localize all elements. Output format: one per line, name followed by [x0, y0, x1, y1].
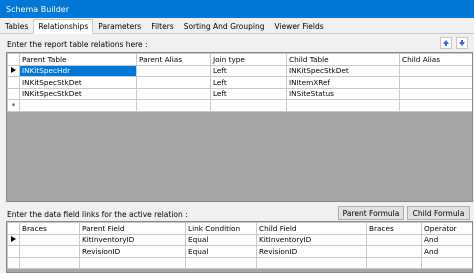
cell-close-braces[interactable] [366, 233, 422, 246]
cell-join-type[interactable] [210, 99, 287, 112]
cell-parent-alias[interactable] [136, 64, 211, 77]
cell-child-field[interactable]: RevisionID [256, 245, 367, 258]
cell-link-condition[interactable] [185, 256, 257, 269]
cell-child-field[interactable] [256, 256, 367, 269]
table-row[interactable]: RevisionID Equal RevisionID And [7, 245, 472, 258]
column-header-parent-alias[interactable]: Parent Alias [136, 53, 211, 66]
tab-filters[interactable]: Filters [146, 20, 178, 33]
new-row-marker: * [7, 99, 20, 112]
window-title: Schema Builder [6, 4, 69, 14]
cell-operator[interactable]: And [421, 233, 472, 246]
current-row-marker [7, 64, 20, 77]
tab-relationships[interactable]: Relationships [33, 19, 94, 34]
cell-child-table[interactable]: INKitSpecStkDet [286, 64, 400, 77]
parent-formula-button[interactable]: Parent Formula [338, 206, 404, 220]
cell-parent-alias[interactable] [136, 99, 211, 112]
column-header-join-type[interactable]: Join type [210, 53, 287, 66]
column-header-parent-table[interactable]: Parent Table [19, 53, 137, 66]
cell-join-type[interactable]: Left [210, 87, 287, 100]
column-header-parent-field[interactable]: Parent Field [79, 222, 186, 235]
column-header-child-field[interactable]: Child Field [256, 222, 367, 235]
tab-parameters[interactable]: Parameters [93, 20, 146, 33]
arrow-down-icon [459, 40, 465, 46]
cell-child-alias[interactable] [399, 87, 472, 100]
column-header-operator[interactable]: Operator [421, 222, 472, 235]
row-pointer-icon [11, 236, 16, 243]
table-row[interactable]: INKitSpecHdr Left INKitSpecStkDet [7, 64, 472, 77]
links-header-row: Braces Parent Field Link Condition Child… [7, 222, 472, 235]
cell-link-condition[interactable]: Equal [185, 233, 257, 246]
links-grid[interactable]: Braces Parent Field Link Condition Child… [6, 221, 473, 273]
title-bar: Schema Builder [0, 0, 474, 18]
cell-join-type[interactable]: Left [210, 64, 287, 77]
cell-child-field[interactable]: KitInventoryID [256, 233, 367, 246]
cell-parent-table[interactable]: INKitSpecHdr [19, 64, 137, 77]
column-header-child-alias[interactable]: Child Alias [399, 53, 472, 66]
column-header-braces-close[interactable]: Braces [366, 222, 422, 235]
relations-label: Enter the report table relations here : [7, 40, 148, 49]
cell-parent-field[interactable] [79, 256, 186, 269]
cell-parent-alias[interactable] [136, 87, 211, 100]
table-row[interactable]: INKitSpecStkDet Left INSiteStatus [7, 87, 472, 100]
row-header [7, 245, 20, 258]
cell-child-alias[interactable] [399, 99, 472, 112]
cell-parent-alias[interactable] [136, 76, 211, 89]
row-header [7, 87, 20, 100]
cell-parent-field[interactable]: RevisionID [79, 245, 186, 258]
cell-child-alias[interactable] [399, 64, 472, 77]
table-row[interactable] [7, 256, 472, 269]
table-row[interactable]: KitInventoryID Equal KitInventoryID And [7, 233, 472, 246]
cell-child-table[interactable]: INSiteStatus [286, 87, 400, 100]
relations-header-row: Parent Table Parent Alias Join type Chil… [7, 53, 472, 66]
child-formula-button[interactable]: Child Formula [407, 206, 470, 220]
cell-operator[interactable] [421, 256, 472, 269]
cell-open-braces[interactable] [19, 256, 80, 269]
column-header-link-condition[interactable]: Link Condition [185, 222, 257, 235]
current-row-marker [7, 233, 20, 246]
tab-sorting-and-grouping[interactable]: Sorting And Grouping [179, 20, 270, 33]
cell-child-table[interactable] [286, 99, 400, 112]
row-header [7, 76, 20, 89]
row-header-corner [7, 222, 20, 235]
cell-close-braces[interactable] [366, 245, 422, 258]
cell-link-condition[interactable]: Equal [185, 245, 257, 258]
links-label: Enter the data field links for the activ… [7, 210, 188, 219]
tab-viewer-fields[interactable]: Viewer Fields [270, 20, 329, 33]
cell-operator[interactable]: And [421, 245, 472, 258]
column-header-braces[interactable]: Braces [19, 222, 80, 235]
cell-child-alias[interactable] [399, 76, 472, 89]
move-up-button[interactable] [440, 37, 452, 49]
cell-open-braces[interactable] [19, 233, 80, 246]
row-header-corner [7, 53, 20, 66]
tab-tables[interactable]: Tables [0, 20, 33, 33]
relations-grid[interactable]: Parent Table Parent Alias Join type Chil… [6, 52, 473, 202]
cell-parent-table[interactable]: INKitSpecStkDet [19, 87, 137, 100]
cell-close-braces[interactable] [366, 256, 422, 269]
cell-join-type[interactable]: Left [210, 76, 287, 89]
cell-parent-table[interactable]: INKitSpecStkDet [19, 76, 137, 89]
new-row[interactable]: * [7, 99, 472, 112]
move-down-button[interactable] [456, 37, 468, 49]
cell-child-table[interactable]: INItemXRef [286, 76, 400, 89]
cell-open-braces[interactable] [19, 245, 80, 258]
table-row[interactable]: INKitSpecStkDet Left INItemXRef [7, 76, 472, 89]
column-header-child-table[interactable]: Child Table [286, 53, 400, 66]
cell-parent-field[interactable]: KitInventoryID [79, 233, 186, 246]
row-pointer-icon [11, 67, 16, 74]
arrow-up-icon [443, 40, 449, 46]
tab-strip: Tables Relationships Parameters Filters … [0, 19, 474, 34]
cell-parent-table[interactable] [19, 99, 137, 112]
row-header [7, 256, 20, 269]
